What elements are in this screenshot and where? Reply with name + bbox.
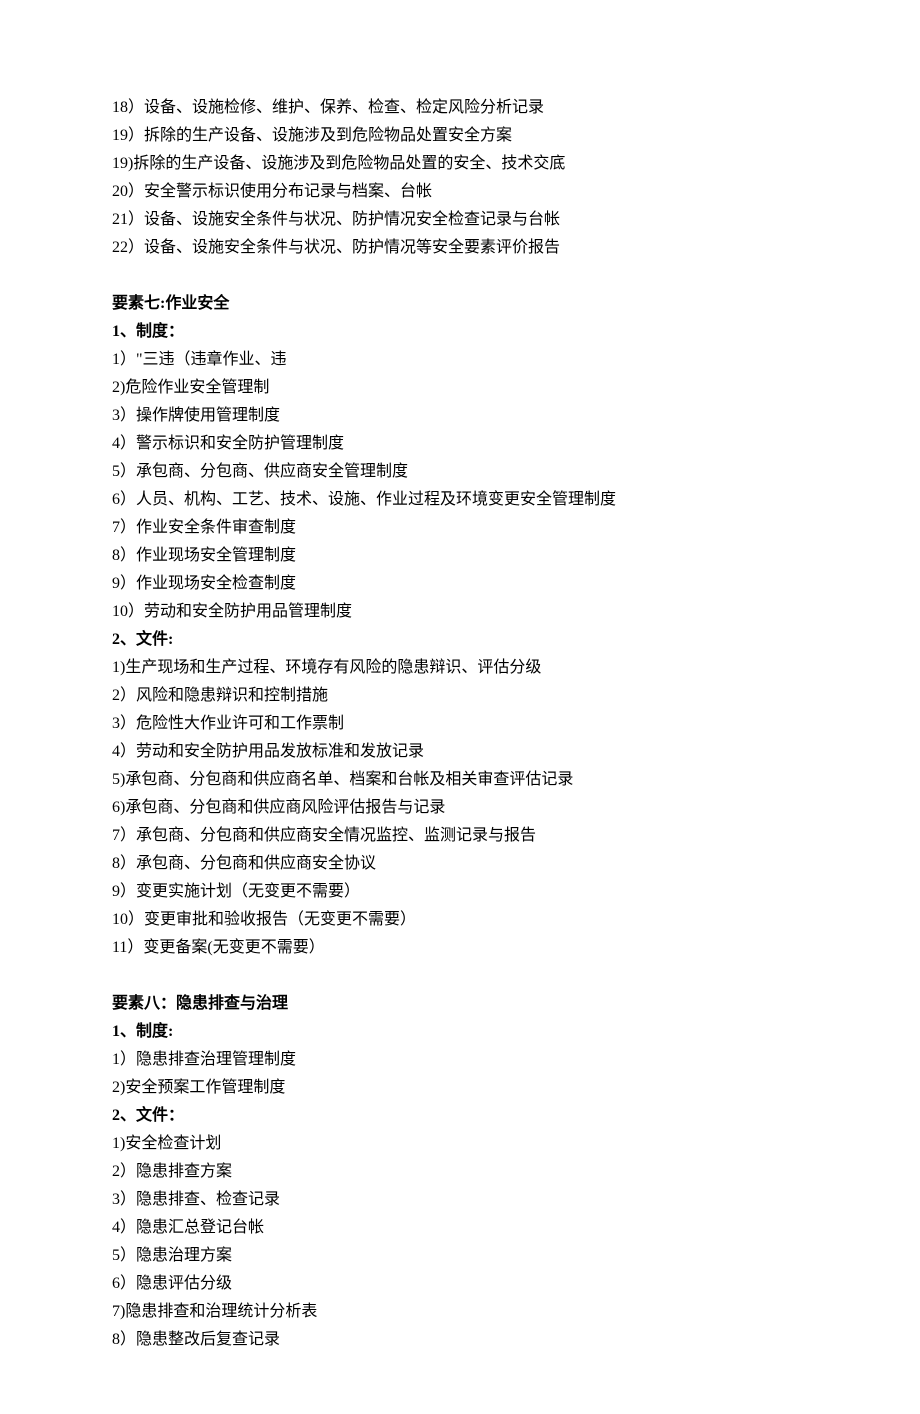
list-item: 5)承包商、分包商和供应商名单、档案和台帐及相关审查评估记录 [112,766,808,794]
list-item: 6)承包商、分包商和供应商风险评估报告与记录 [112,794,808,822]
section-spacer [112,262,808,290]
list-item: 20）安全警示标识使用分布记录与档案、台帐 [112,178,808,206]
list-item: 8）作业现场安全管理制度 [112,542,808,570]
list-item: 4）警示标识和安全防护管理制度 [112,430,808,458]
list-item: 9）作业现场安全检查制度 [112,570,808,598]
list-item: 6）隐患评估分级 [112,1270,808,1298]
list-item: 3）危险性大作业许可和工作票制 [112,710,808,738]
list-item: 4）隐患汇总登记台帐 [112,1214,808,1242]
list-item: 5）承包商、分包商、供应商安全管理制度 [112,458,808,486]
section-title: 要素七:作业安全 [112,290,808,318]
subheading-documents: 2、文件: [112,626,808,654]
list-item: 21）设备、设施安全条件与状况、防护情况安全检查记录与台帐 [112,206,808,234]
list-item: 10）变更审批和验收报告（无变更不需要） [112,906,808,934]
list-item: 11）变更备案(无变更不需要） [112,934,808,962]
list-item: 4）劳动和安全防护用品发放标准和发放记录 [112,738,808,766]
list-item: 6）人员、机构、工艺、技术、设施、作业过程及环境变更安全管理制度 [112,486,808,514]
subheading-system: 1、制度： [112,318,808,346]
list-item: 2）风险和隐患辩识和控制措施 [112,682,808,710]
list-item: 10）劳动和安全防护用品管理制度 [112,598,808,626]
list-item: 3）操作牌使用管理制度 [112,402,808,430]
list-item: 1）隐患排查治理管理制度 [112,1046,808,1074]
list-item: 3）隐患排查、检查记录 [112,1186,808,1214]
list-item: 8）隐患整改后复查记录 [112,1326,808,1354]
list-item: 1)安全检查计划 [112,1130,808,1158]
list-item: 5）隐患治理方案 [112,1242,808,1270]
list-item: 2）隐患排查方案 [112,1158,808,1186]
list-item: 7）作业安全条件审查制度 [112,514,808,542]
list-item: 8）承包商、分包商和供应商安全协议 [112,850,808,878]
section-spacer [112,962,808,990]
list-item: 22）设备、设施安全条件与状况、防护情况等安全要素评价报告 [112,234,808,262]
list-item: 7)隐患排查和治理统计分析表 [112,1298,808,1326]
section-7: 要素七:作业安全 1、制度： 1）"三违（违章作业、违 2)危险作业安全管理制 … [112,290,808,962]
section-title: 要素八：隐患排查与治理 [112,990,808,1018]
list-item: 1)生产现场和生产过程、环境存有风险的隐患辩识、评估分级 [112,654,808,682]
subheading-system: 1、制度: [112,1018,808,1046]
list-item: 19)拆除的生产设备、设施涉及到危险物品处置的安全、技术交底 [112,150,808,178]
list-item: 18）设备、设施检修、维护、保养、检查、检定风险分析记录 [112,94,808,122]
subheading-documents: 2、文件： [112,1102,808,1130]
list-item: 19）拆除的生产设备、设施涉及到危险物品处置安全方案 [112,122,808,150]
list-item: 1）"三违（违章作业、违 [112,346,808,374]
section-8: 要素八：隐患排查与治理 1、制度: 1）隐患排查治理管理制度 2)安全预案工作管… [112,990,808,1354]
list-item: 2)安全预案工作管理制度 [112,1074,808,1102]
list-item: 2)危险作业安全管理制 [112,374,808,402]
top-continued-list: 18）设备、设施检修、维护、保养、检查、检定风险分析记录 19）拆除的生产设备、… [112,94,808,262]
list-item: 9）变更实施计划（无变更不需要） [112,878,808,906]
list-item: 7）承包商、分包商和供应商安全情况监控、监测记录与报告 [112,822,808,850]
